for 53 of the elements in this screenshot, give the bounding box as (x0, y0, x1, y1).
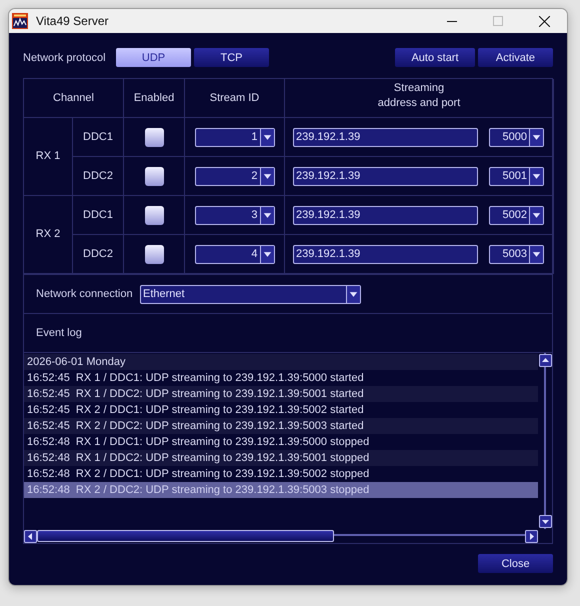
enabled-checkbox[interactable] (144, 244, 164, 264)
close-icon (538, 16, 550, 26)
column-header: Enabled (134, 90, 174, 106)
channel-label: DDC2 (83, 168, 113, 184)
enabled-checkbox[interactable] (144, 206, 164, 224)
scroll-right-icon[interactable] (525, 530, 538, 542)
enabled-checkbox[interactable] (144, 128, 164, 146)
log-entry[interactable]: 16:52:48 RX 2 / DDC2: UDP streaming to 239.192.1.39:5003 stopped (24, 482, 538, 498)
port-dropdown[interactable]: 5003 (489, 244, 544, 264)
port-dropdown[interactable]: 5001 (489, 166, 544, 186)
stream-id-dropdown[interactable]: 4 (194, 244, 274, 264)
event-log-label: Event log (36, 327, 82, 339)
column-header: Stream ID (210, 90, 260, 106)
network-connection-label: Network connection (36, 288, 134, 300)
column-header: Channel (53, 90, 94, 106)
port-dropdown[interactable]: 5002 (489, 206, 544, 224)
log-entry[interactable]: 16:52:45 RX 1 / DDC2: UDP streaming to 239.192.1.39:5001 started (24, 386, 538, 402)
channel-label: DDC1 (83, 130, 113, 144)
port-dropdown[interactable]: 5000 (489, 128, 544, 146)
receiver-label: RX 1 (36, 149, 60, 164)
stream-id-dropdown[interactable]: 3 (194, 206, 274, 224)
address-field[interactable]: 239.192.1.39 (293, 166, 478, 186)
channel-label: DDC2 (83, 246, 113, 262)
action-button[interactable]: Auto start (395, 48, 475, 67)
log-entry[interactable]: 16:52:48 RX 2 / DDC1: UDP streaming to 239.192.1.39:5002 stopped (24, 466, 538, 482)
window-title: Vita49 Server (36, 14, 110, 28)
log-entry[interactable]: 16:52:45 RX 2 / DDC1: UDP streaming to 239.192.1.39:5002 started (24, 402, 538, 418)
channel-label: DDC1 (83, 208, 113, 222)
stream-id-dropdown[interactable]: 2 (194, 166, 274, 186)
log-entry[interactable]: 2026-06-01 Monday (24, 354, 538, 370)
network-connection-dropdown[interactable]: Ethernet (140, 284, 361, 304)
scroll-left-icon[interactable] (24, 530, 37, 542)
address-field[interactable]: 239.192.1.39 (293, 244, 478, 264)
scrollbar-thumb[interactable] (37, 530, 334, 542)
protocol-button[interactable]: TCP (194, 48, 269, 67)
protocol-label: Network protocol (23, 52, 107, 64)
action-button[interactable]: Activate (478, 48, 553, 67)
maximize-icon (493, 16, 503, 26)
stream-id-dropdown[interactable]: 1 (194, 128, 274, 146)
receiver-label: RX 2 (36, 227, 60, 242)
close-dialog-button[interactable]: Close (478, 554, 553, 573)
app-logo-icon (12, 13, 28, 29)
address-field[interactable]: 239.192.1.39 (293, 206, 478, 224)
scroll-down-icon[interactable] (538, 515, 552, 528)
protocol-button[interactable]: UDP (116, 48, 191, 67)
log-entry[interactable]: 16:52:48 RX 1 / DDC2: UDP streaming to 239.192.1.39:5001 stopped (24, 450, 538, 466)
log-entry[interactable]: 16:52:48 RX 1 / DDC1: UDP streaming to 239.192.1.39:5000 stopped (24, 434, 538, 450)
log-entry[interactable]: 16:52:45 RX 1 / DDC1: UDP streaming to 239.192.1.39:5000 started (24, 370, 538, 386)
enabled-checkbox[interactable] (144, 166, 164, 186)
address-field[interactable]: 239.192.1.39 (293, 128, 478, 146)
scroll-up-icon[interactable] (538, 354, 552, 367)
column-header: Streaming address and port (378, 81, 460, 111)
log-entry[interactable]: 16:52:45 RX 2 / DDC2: UDP streaming to 239.192.1.39:5003 started (24, 418, 538, 434)
